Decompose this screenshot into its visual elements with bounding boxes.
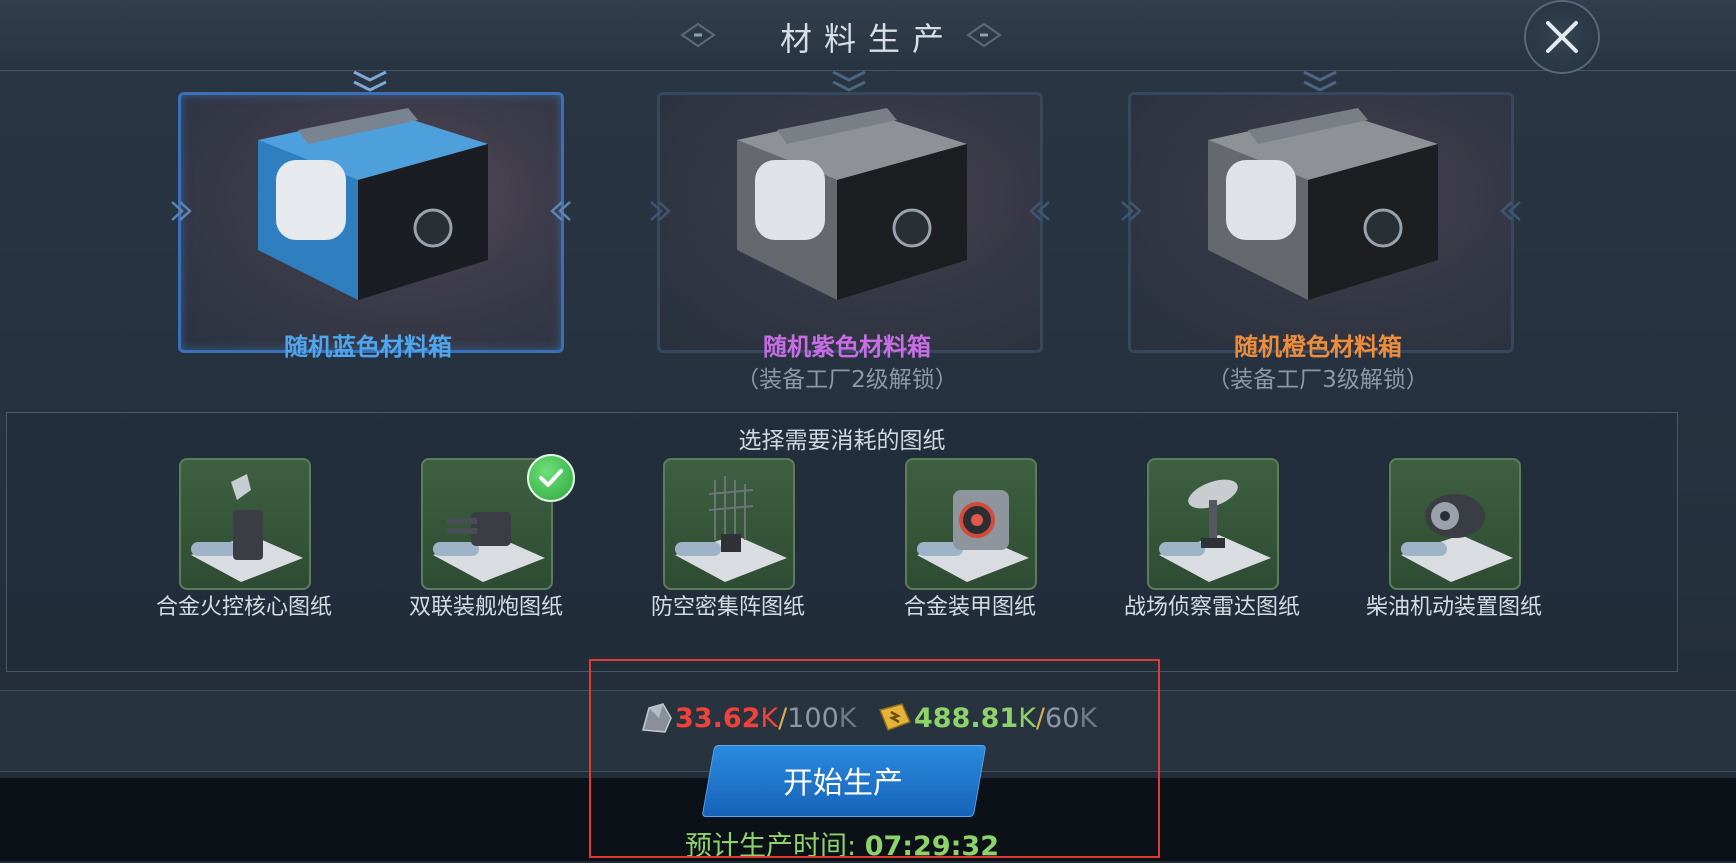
- ciws-blueprint-icon: [675, 476, 787, 582]
- blueprint-item[interactable]: 合金火控核心图纸: [137, 458, 337, 628]
- fire-control-blueprint-icon: [191, 474, 303, 582]
- diesel-engine-blueprint-icon: [1401, 494, 1513, 582]
- chevron-left-icon: [550, 201, 571, 221]
- chevron-left-icon: [1500, 201, 1521, 221]
- armor-blueprint-icon: [917, 490, 1029, 582]
- blueprint-tile: [1147, 458, 1279, 590]
- box-unlock-note: （装备工厂3级解锁）: [1207, 367, 1429, 393]
- blueprint-tile: [1389, 458, 1521, 590]
- blueprint-item-selected[interactable]: 双联装舰炮图纸: [379, 454, 579, 628]
- chevron-right-icon: [1121, 201, 1142, 221]
- blueprint-label: 双联装舰炮图纸: [408, 595, 563, 620]
- radar-blueprint-icon: [1159, 479, 1271, 582]
- blueprint-item[interactable]: 柴油机动装置图纸: [1347, 458, 1547, 628]
- close-button[interactable]: [1524, 0, 1600, 74]
- blueprint-item[interactable]: 防空密集阵图纸: [621, 458, 821, 628]
- highlight-frame: [589, 659, 1160, 858]
- locked-crate-icon: [1208, 108, 1438, 300]
- blueprint-tile: [905, 458, 1037, 590]
- chevron-left-icon: [1029, 201, 1050, 221]
- blueprint-label: 合金装甲图纸: [903, 595, 1036, 620]
- blue-crate-icon: [258, 108, 488, 300]
- blueprint-label: 战场侦察雷达图纸: [1123, 595, 1300, 620]
- blueprint-panel-title: 选择需要消耗的图纸: [738, 428, 946, 454]
- page-title: 材料生产: [779, 20, 956, 58]
- selected-check-icon: [527, 454, 575, 502]
- box-name: 随机蓝色材料箱: [284, 333, 452, 361]
- box-unlock-note: （装备工厂2级解锁）: [736, 367, 958, 393]
- chevron-down-icon: [353, 70, 387, 92]
- box-card-orange[interactable]: 随机橙色材料箱 （装备工厂3级解锁）: [1121, 70, 1528, 393]
- blueprint-tile: [179, 458, 311, 590]
- blueprint-item[interactable]: 合金装甲图纸: [863, 458, 1063, 628]
- chevron-down-icon: [832, 70, 866, 92]
- blueprint-panel: 选择需要消耗的图纸 合金火控核心图纸 双联装舰炮图纸 防空密集阵图纸 合金装甲图…: [6, 412, 1678, 672]
- box-card-purple[interactable]: 随机紫色材料箱 （装备工厂2级解锁）: [650, 70, 1057, 393]
- blueprint-tile: [663, 458, 795, 590]
- chevron-right-icon: [171, 201, 192, 221]
- chevron-down-icon: [1303, 70, 1337, 92]
- blueprint-label: 合金火控核心图纸: [155, 595, 332, 620]
- title-bar: 材料生产: [0, 0, 1736, 74]
- chevron-right-icon: [650, 201, 671, 221]
- box-name: 随机紫色材料箱: [763, 333, 931, 361]
- blueprint-item[interactable]: 战场侦察雷达图纸: [1105, 458, 1305, 628]
- locked-crate-icon: [737, 108, 967, 300]
- box-name: 随机橙色材料箱: [1234, 333, 1402, 361]
- box-card-blue[interactable]: 随机蓝色材料箱: [171, 70, 578, 382]
- title-ornament-right-icon: [966, 22, 1002, 48]
- blueprint-label: 防空密集阵图纸: [650, 595, 805, 620]
- blueprint-label: 柴油机动装置图纸: [1365, 595, 1542, 620]
- close-icon: [1546, 21, 1578, 53]
